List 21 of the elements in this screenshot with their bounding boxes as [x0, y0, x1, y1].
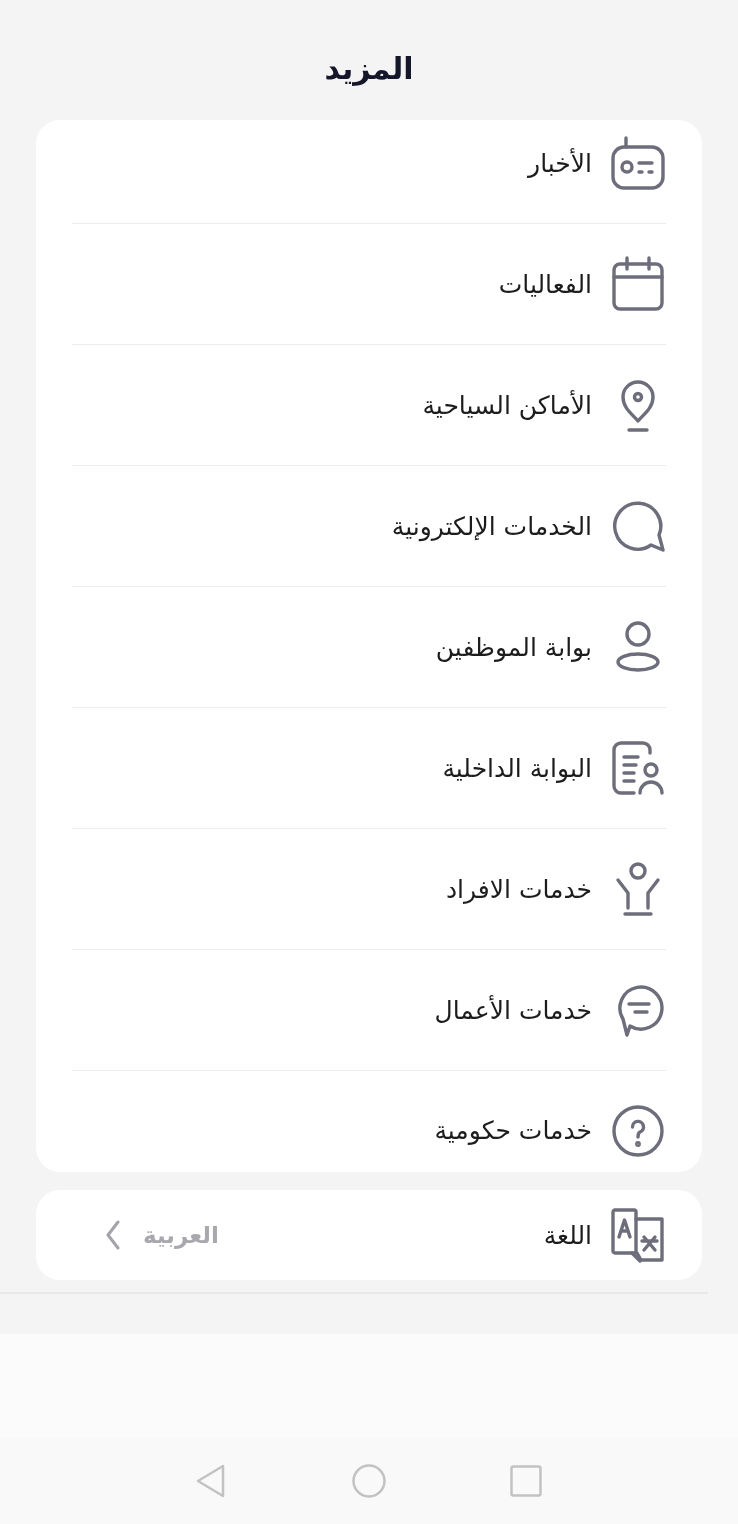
chat-bubble-icon: [610, 498, 666, 554]
radio-icon: [610, 135, 666, 191]
menu-item[interactable]: الفعاليات: [72, 223, 666, 344]
menu-item[interactable]: الخدمات الإلكترونية: [72, 465, 666, 586]
page-title: المزيد: [324, 50, 414, 86]
calendar-icon: [610, 256, 666, 312]
home-icon[interactable]: [352, 1464, 386, 1498]
menu-item[interactable]: خدمات الأعمال: [72, 949, 666, 1070]
translate-icon: [610, 1207, 666, 1263]
language-label: اللغة: [543, 1220, 592, 1250]
menu-item[interactable]: الأماكن السياحية: [72, 344, 666, 465]
menu-item[interactable]: الأخبار: [72, 120, 666, 223]
back-icon[interactable]: [196, 1464, 226, 1498]
menu-item[interactable]: خدمات الافراد: [72, 828, 666, 949]
menu-item[interactable]: خدمات حكومية: [72, 1070, 666, 1172]
recent-apps-icon[interactable]: [510, 1465, 542, 1497]
menu-item[interactable]: البوابة الداخلية: [72, 707, 666, 828]
menu-item[interactable]: بوابة الموظفين: [72, 586, 666, 707]
document-person-icon: [610, 740, 666, 796]
chevron-icon: [105, 1220, 121, 1250]
question-circle-icon: [610, 1102, 666, 1159]
